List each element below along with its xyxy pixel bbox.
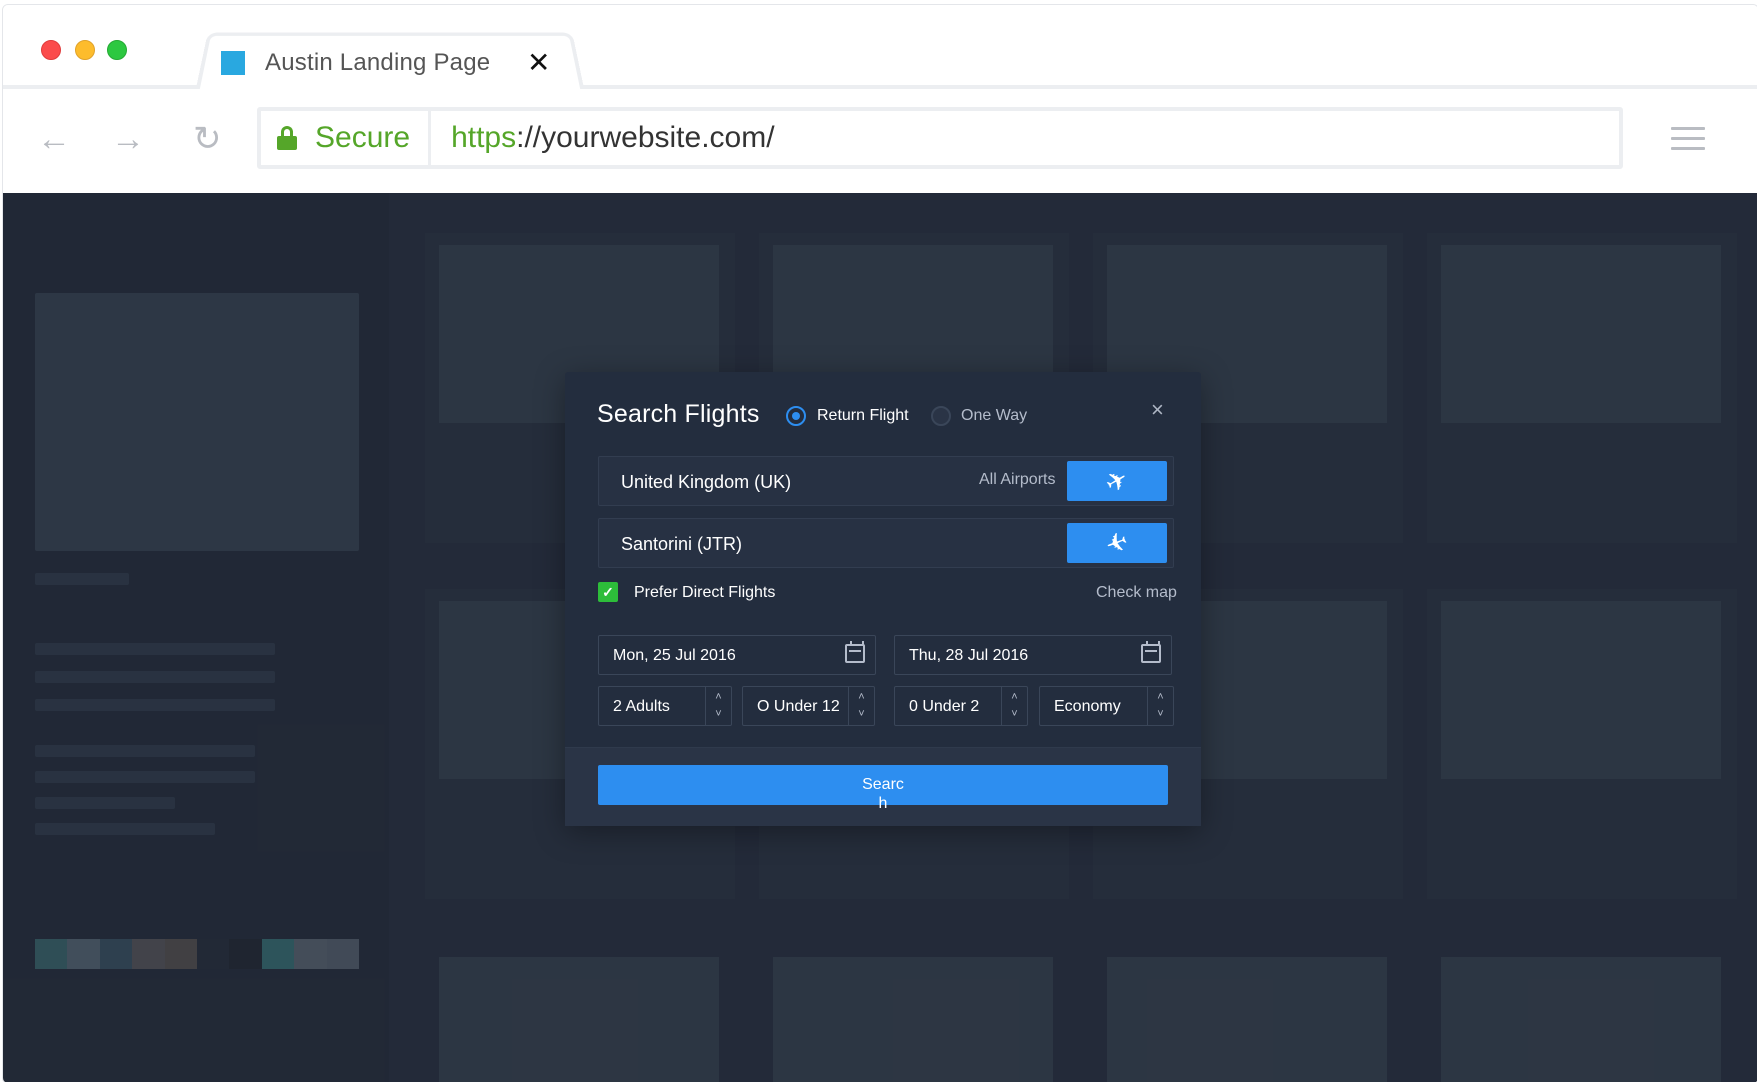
url-scheme: https — [451, 121, 517, 154]
tab-close-icon[interactable]: ✕ — [527, 49, 550, 77]
under-2-stepper[interactable]: 0 Under 2 ˄ ˅ — [894, 686, 1028, 726]
direct-flights-label[interactable]: Prefer Direct Flights — [634, 584, 775, 602]
return-date-field[interactable]: Thu, 28 Jul 2016 — [894, 635, 1172, 675]
browser-toolbar: ← → ↻ Secure https://yourwebsite.com/ — [3, 89, 1758, 193]
one-way-radio[interactable] — [931, 406, 951, 426]
origin-value: United Kingdom (UK) — [621, 472, 792, 492]
depart-date-field[interactable]: Mon, 25 Jul 2016 — [598, 635, 876, 675]
check-map-link[interactable]: Check map — [1096, 584, 1177, 602]
search-button[interactable]: Search — [598, 765, 1168, 812]
origin-field[interactable]: United Kingdom (UK) All Airports ✈ — [598, 456, 1174, 506]
close-icon[interactable]: × — [1151, 397, 1164, 423]
adults-value: 2 Adults — [613, 698, 670, 715]
under-12-value: O Under 12 — [757, 698, 840, 715]
adults-stepper[interactable]: 2 Adults ˄ ˅ — [598, 686, 732, 726]
departure-plane-icon: ✈ — [1099, 462, 1134, 500]
modal-title: Search Flights — [597, 400, 760, 428]
chevron-up-icon[interactable]: ˄ — [1002, 689, 1027, 706]
minimize-window-button[interactable] — [75, 40, 95, 60]
chevron-down-icon[interactable]: ˅ — [1002, 706, 1027, 723]
maximize-window-button[interactable] — [107, 40, 127, 60]
return-flight-radio[interactable] — [786, 406, 806, 426]
chevron-up-icon[interactable]: ˄ — [706, 689, 731, 706]
destination-value: Santorini (JTR) — [621, 534, 743, 554]
stepper-controls[interactable]: ˄ ˅ — [848, 687, 874, 725]
tab-title: Austin Landing Page — [265, 49, 491, 76]
stepper-controls[interactable]: ˄ ˅ — [1001, 687, 1027, 725]
forward-arrow-icon[interactable]: → — [111, 117, 145, 161]
page-edge — [0, 1082, 1761, 1086]
tab-bar: Austin Landing Page ✕ — [3, 5, 1758, 93]
lock-icon — [277, 126, 297, 150]
url-text[interactable]: https://yourwebsite.com/ — [431, 121, 774, 155]
back-arrow-icon[interactable]: ← — [37, 117, 71, 161]
chevron-up-icon[interactable]: ˄ — [1148, 689, 1173, 706]
url-rest: ://yourwebsite.com/ — [516, 121, 775, 154]
reload-icon[interactable]: ↻ — [193, 117, 222, 161]
return-flight-label[interactable]: Return Flight — [817, 407, 909, 425]
cabin-class-value: Economy — [1054, 698, 1121, 715]
return-date-value: Thu, 28 Jul 2016 — [909, 647, 1029, 664]
destination-field[interactable]: Santorini (JTR) ✈ — [598, 518, 1174, 568]
hamburger-menu-icon[interactable] — [1671, 127, 1705, 151]
chevron-up-icon[interactable]: ˄ — [849, 689, 874, 706]
close-window-button[interactable] — [41, 40, 61, 60]
address-bar[interactable]: Secure https://yourwebsite.com/ — [257, 107, 1623, 169]
secure-label: Secure — [315, 121, 411, 154]
direct-flights-checkbox[interactable]: ✓ — [598, 582, 618, 602]
departure-button[interactable]: ✈ — [1067, 461, 1167, 501]
arrival-button[interactable]: ✈ — [1067, 523, 1167, 563]
search-button-label: Search — [862, 776, 904, 812]
search-flights-modal: Search Flights Return Flight One Way × U… — [565, 372, 1201, 826]
stepper-controls[interactable]: ˄ ˅ — [1147, 687, 1173, 725]
tab-content[interactable]: Austin Landing Page — [221, 43, 561, 83]
page-content: Search Flights Return Flight One Way × U… — [3, 193, 1758, 1083]
stepper-controls[interactable]: ˄ ˅ — [705, 687, 731, 725]
under-2-value: 0 Under 2 — [909, 698, 980, 715]
browser-window: Austin Landing Page ✕ ← → ↻ Secure https… — [2, 4, 1759, 1084]
page-edge — [1757, 0, 1761, 1086]
cabin-class-select[interactable]: Economy ˄ ˅ — [1039, 686, 1174, 726]
secure-indicator[interactable]: Secure — [261, 111, 432, 165]
chevron-down-icon[interactable]: ˅ — [1148, 706, 1173, 723]
chevron-down-icon[interactable]: ˅ — [706, 706, 731, 723]
under-12-stepper[interactable]: O Under 12 ˄ ˅ — [742, 686, 875, 726]
depart-date-value: Mon, 25 Jul 2016 — [613, 647, 736, 664]
arrival-plane-icon: ✈ — [1101, 524, 1133, 561]
one-way-label[interactable]: One Way — [961, 407, 1027, 425]
favicon-icon — [221, 51, 245, 75]
calendar-icon[interactable] — [845, 641, 865, 663]
calendar-icon[interactable] — [1141, 641, 1161, 663]
all-airports-link[interactable]: All Airports — [979, 471, 1055, 489]
chevron-down-icon[interactable]: ˅ — [849, 706, 874, 723]
